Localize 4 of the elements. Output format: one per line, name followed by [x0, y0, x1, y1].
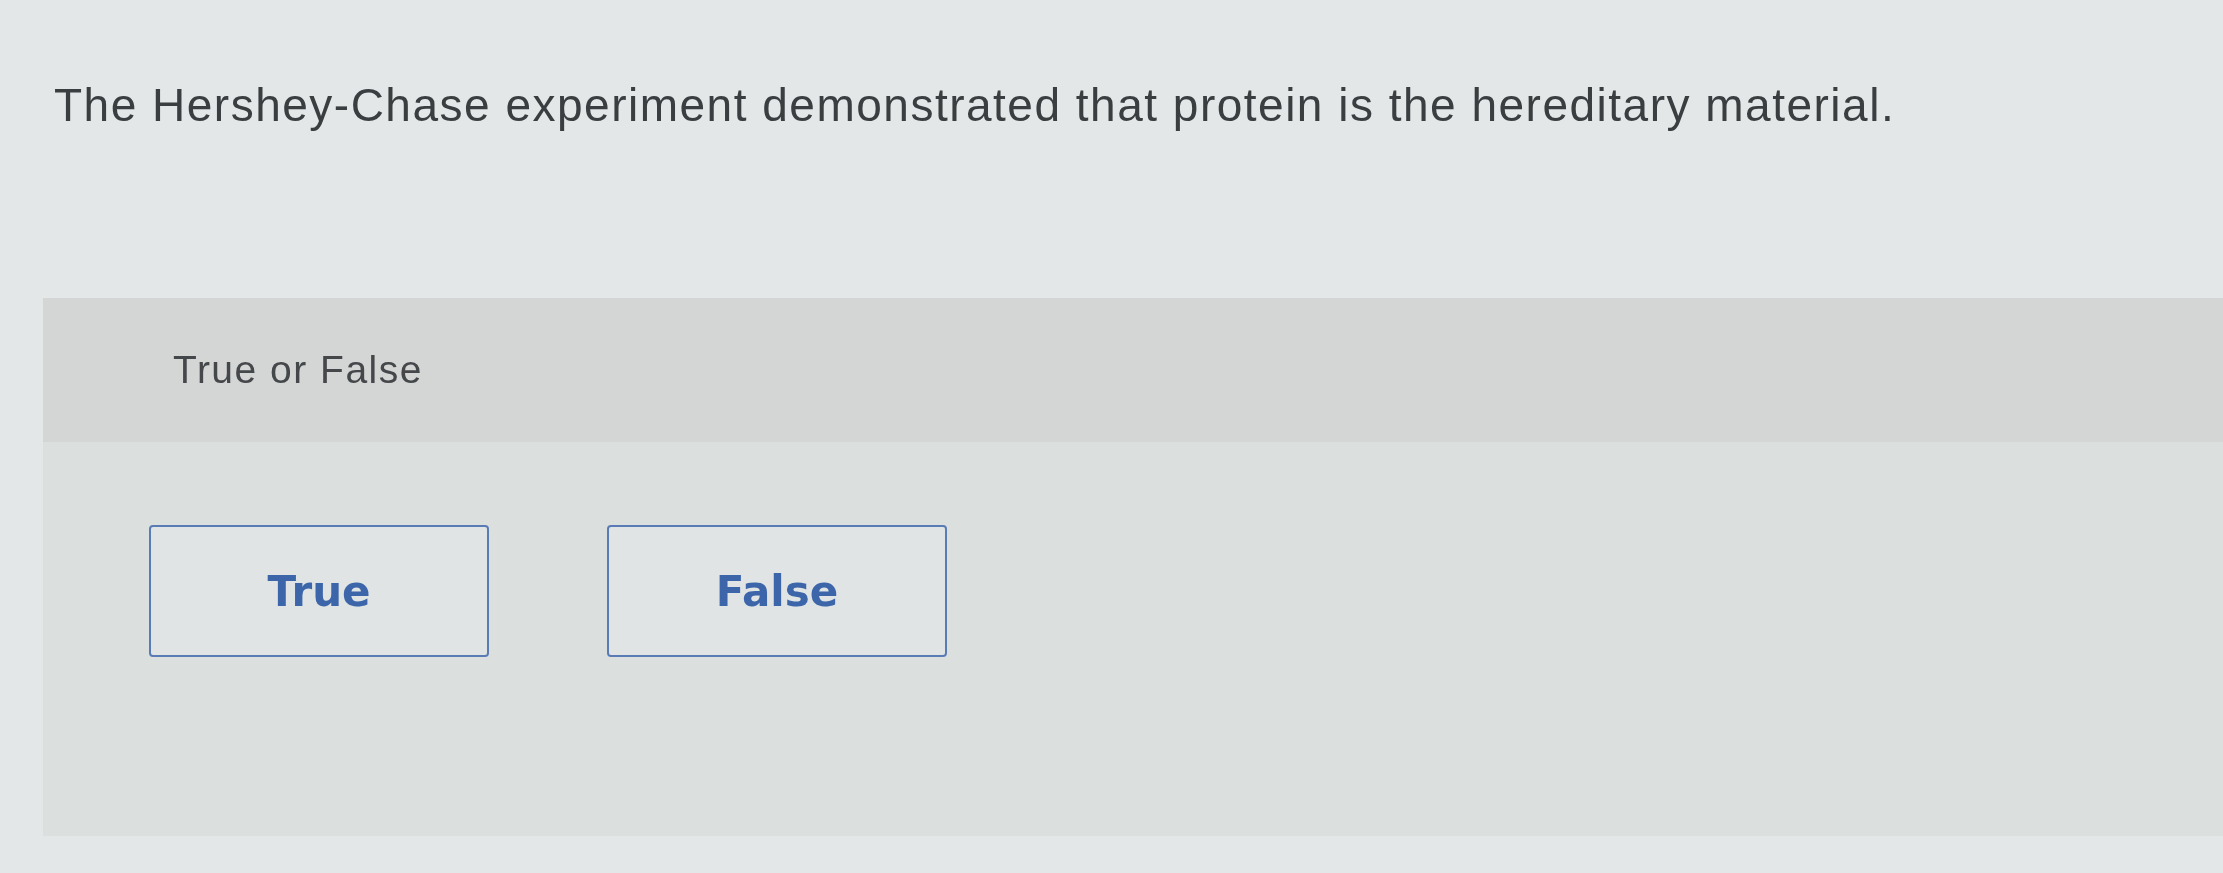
answer-button[interactable]: False: [607, 525, 947, 657]
question-text: The Hershey-Chase experiment demonstrated that protein is the hereditary material.: [54, 78, 1896, 133]
prompt-text: True or False: [173, 348, 423, 392]
answer-button[interactable]: True: [149, 525, 489, 657]
